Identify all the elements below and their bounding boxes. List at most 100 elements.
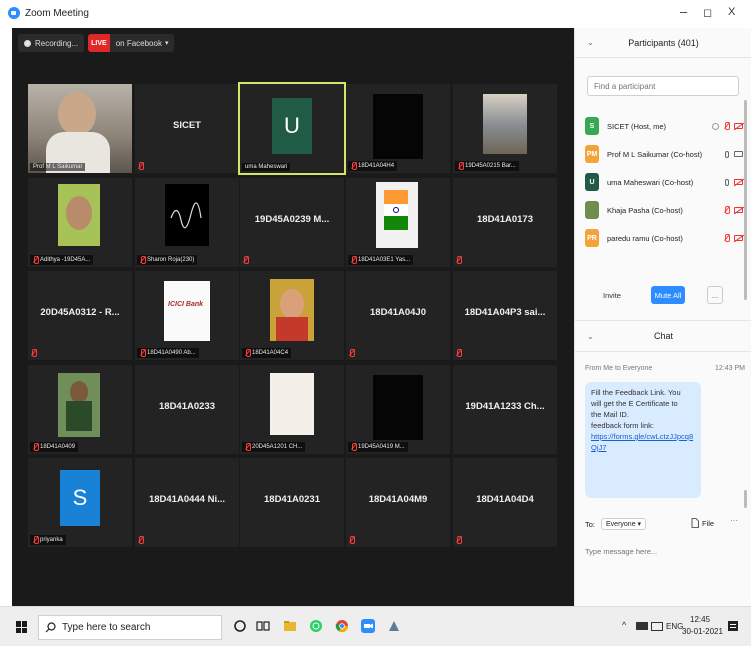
- find-participant-input[interactable]: [587, 76, 739, 96]
- video-tile[interactable]: 18D41A04P3 sai...: [453, 271, 557, 360]
- zoom-taskbar-icon[interactable]: [361, 619, 375, 633]
- mic-muted-icon: [351, 256, 357, 264]
- video-tile[interactable]: 18D41A04H4: [346, 84, 450, 173]
- maximize-button[interactable]: ◻: [703, 6, 712, 19]
- video-tile[interactable]: SICET: [135, 84, 239, 173]
- profile-image: [373, 375, 423, 440]
- live-stream-button[interactable]: LIVE on Facebook ▾: [88, 34, 175, 52]
- message-line: the Mail ID.: [591, 410, 629, 419]
- windows-start-icon[interactable]: [16, 621, 28, 633]
- file-button[interactable]: File: [691, 518, 714, 528]
- to-label: To:: [585, 519, 596, 529]
- video-tile[interactable]: 19D45A0239 M...: [240, 178, 344, 267]
- more-options-button[interactable]: ...: [707, 286, 723, 304]
- participant-row[interactable]: PR paredu ramu (Co-host): [585, 226, 747, 250]
- mic-on-icon[interactable]: [725, 150, 729, 158]
- video-off-icon[interactable]: [734, 235, 743, 241]
- collapse-chevron-icon[interactable]: ⌄: [587, 38, 594, 47]
- participant-avatar: U: [585, 173, 599, 191]
- video-tile[interactable]: 19D45A0215 Bar...: [453, 84, 557, 173]
- video-tile[interactable]: Uuma Maheswari: [238, 82, 346, 175]
- participant-row[interactable]: Khaja Pasha (Co-host): [585, 198, 747, 222]
- participant-row-name: uma Maheswari (Co-host): [607, 177, 694, 187]
- tray-overflow-caret[interactable]: ^: [622, 620, 626, 630]
- mic-muted-icon: [245, 443, 251, 451]
- chrome-icon[interactable]: [335, 619, 349, 633]
- participants-header: ⌄ Participants (401): [575, 28, 751, 58]
- profile-image: [165, 184, 209, 246]
- title-bar: Zoom Meeting – ◻ X: [0, 0, 751, 26]
- participant-row[interactable]: Uuma Maheswari (Co-host): [585, 170, 747, 194]
- file-explorer-icon[interactable]: [283, 619, 297, 633]
- network-icon[interactable]: [636, 622, 648, 632]
- tile-name-text: 19D45A0419 M...: [358, 444, 405, 450]
- video-tile[interactable]: 18D41A04J0: [346, 271, 450, 360]
- participant-status-icons: [724, 206, 743, 214]
- video-tile[interactable]: 19D45A0419 M...: [346, 365, 450, 454]
- mic-muted-icon[interactable]: [724, 206, 730, 214]
- mic-muted-icon: [456, 349, 462, 357]
- video-on-icon[interactable]: [734, 151, 743, 157]
- tile-name-label: Adithya -19D45A...: [30, 255, 94, 265]
- tile-name-text: 20D45A1201 CH...: [252, 444, 303, 450]
- video-tile[interactable]: Prof M L Saikumar: [28, 84, 132, 173]
- video-tile[interactable]: 19D41A1233 Ch...: [453, 365, 557, 454]
- participants-scrollbar[interactable]: [744, 100, 747, 300]
- feedback-link[interactable]: https://forms.gle/cwLctzJJpcq8QjJ7: [591, 432, 693, 452]
- tile-name-label: uma Maheswari: [242, 163, 291, 171]
- video-tile[interactable]: 20D45A0312 - R...: [28, 271, 132, 360]
- video-tile[interactable]: Spriyanka: [28, 458, 132, 547]
- taskbar-search[interactable]: Type here to search: [38, 615, 222, 640]
- tile-name-label: 18D41A0409: [30, 442, 79, 452]
- video-tile[interactable]: Adithya -19D45A...: [28, 178, 132, 267]
- invite-button[interactable]: Invite: [597, 286, 627, 304]
- chat-collapse-chevron-icon[interactable]: ⌄: [587, 332, 594, 341]
- chat-message-bubble: Fill the Feedback Link. You will get the…: [585, 382, 701, 498]
- chat-scrollbar[interactable]: [744, 490, 747, 508]
- video-tile[interactable]: Sharon Roja(230): [135, 178, 239, 267]
- participant-row-name: Prof M L Saikumar (Co-host): [607, 149, 703, 159]
- clock-date[interactable]: 30-01-2021: [682, 627, 723, 636]
- video-tile[interactable]: 18D41A04C4: [240, 271, 344, 360]
- video-off-icon[interactable]: [734, 179, 743, 185]
- mic-muted-icon[interactable]: [724, 122, 730, 130]
- mic-muted-icon: [138, 162, 144, 170]
- mute-all-button[interactable]: Mute All: [651, 286, 685, 304]
- tile-name-text: 18D41A04C4: [252, 350, 289, 356]
- recipient-select[interactable]: Everyone ▾: [601, 518, 647, 530]
- video-tile[interactable]: 18D41A0233: [135, 365, 239, 454]
- video-tile[interactable]: ICICI Bank 18D41A0490 Ab...: [135, 271, 239, 360]
- video-tile[interactable]: 18D41A04D4: [453, 458, 557, 547]
- task-view-icon[interactable]: [256, 619, 270, 633]
- video-tile[interactable]: 18D41A04M9: [346, 458, 450, 547]
- video-off-icon[interactable]: [734, 123, 743, 129]
- participant-avatar: PM: [585, 145, 599, 163]
- video-off-icon[interactable]: [734, 207, 743, 213]
- video-tile[interactable]: 18D41A03E1 Yas...: [346, 178, 450, 267]
- live-tag: LIVE: [88, 34, 110, 52]
- participant-row[interactable]: S SICET (Host, me): [585, 114, 747, 138]
- cortana-icon[interactable]: [233, 619, 247, 633]
- close-button[interactable]: X: [728, 6, 735, 18]
- participant-name: SICET: [173, 120, 201, 131]
- language-indicator[interactable]: ENG: [666, 622, 683, 631]
- clock-time[interactable]: 12:45: [690, 615, 710, 624]
- video-tile[interactable]: 20D45A1201 CH...: [240, 365, 344, 454]
- video-tile[interactable]: 18D41A0173: [453, 178, 557, 267]
- video-tile[interactable]: 18D41A0444 Ni...: [135, 458, 239, 547]
- keyboard-icon[interactable]: [651, 622, 663, 632]
- recording-indicator[interactable]: Recording...: [18, 34, 85, 52]
- tile-name-text: 18D41A0490 Ab...: [147, 350, 196, 356]
- chat-message-input[interactable]: [585, 542, 743, 560]
- participant-row[interactable]: PM Prof M L Saikumar (Co-host): [585, 142, 747, 166]
- chat-more-button[interactable]: ···: [730, 516, 738, 525]
- mic-muted-icon[interactable]: [724, 234, 730, 242]
- whatsapp-icon[interactable]: [309, 619, 323, 633]
- tile-name-text: 18D41A03E1 Yas...: [358, 257, 411, 263]
- video-tile[interactable]: 18D41A0409: [28, 365, 132, 454]
- video-tile[interactable]: 18D41A0231: [240, 458, 344, 547]
- app-icon[interactable]: [387, 619, 401, 633]
- notifications-icon[interactable]: [726, 619, 740, 633]
- minimize-button[interactable]: –: [680, 4, 687, 19]
- mic-on-icon[interactable]: [725, 178, 729, 186]
